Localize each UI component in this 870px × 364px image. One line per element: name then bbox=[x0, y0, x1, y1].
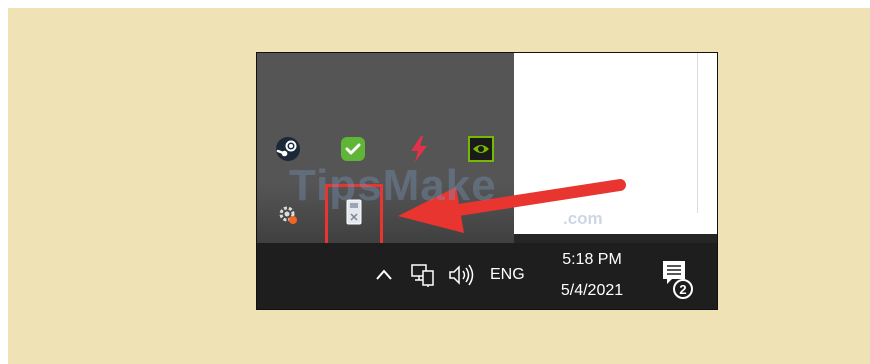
steam-icon[interactable] bbox=[274, 135, 302, 163]
lightning-icon[interactable] bbox=[405, 135, 433, 163]
input-language-indicator[interactable]: ENG bbox=[490, 266, 525, 284]
article-image-frame: TipsMake .com ENG 5:18 PM 5/4/2021 2 bbox=[8, 8, 870, 364]
clock-time[interactable]: 5:18 PM bbox=[547, 251, 637, 269]
nvidia-icon[interactable] bbox=[467, 135, 495, 163]
watermark-suffix: .com bbox=[563, 209, 603, 228]
network-icon[interactable] bbox=[410, 263, 436, 287]
security-check-icon[interactable] bbox=[339, 135, 367, 163]
show-hidden-icons-chevron-icon[interactable] bbox=[374, 265, 394, 285]
watermark: TipsMake bbox=[289, 161, 497, 210]
notification-count-badge: 2 bbox=[673, 279, 693, 299]
taskbar-screenshot: TipsMake .com ENG 5:18 PM 5/4/2021 2 bbox=[256, 52, 718, 310]
clock-date[interactable]: 5/4/2021 bbox=[547, 282, 637, 300]
volume-icon[interactable] bbox=[447, 263, 477, 287]
window-divider bbox=[697, 53, 698, 213]
taskbar bbox=[257, 243, 717, 309]
